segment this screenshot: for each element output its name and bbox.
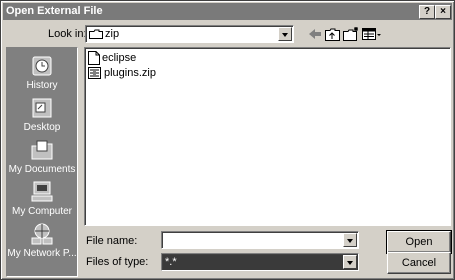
file-icon	[88, 51, 100, 66]
list-item[interactable]: plugins.zip	[88, 66, 156, 80]
chevron-down-icon[interactable]	[278, 27, 292, 41]
place-label: History	[26, 80, 58, 91]
cancel-button[interactable]: Cancel	[387, 252, 451, 274]
place-label: My Documents	[8, 164, 76, 175]
place-my-documents[interactable]: My Documents	[7, 138, 77, 175]
file-list[interactable]: eclipse plugins.zip	[84, 47, 451, 226]
desktop-icon	[32, 98, 52, 118]
file-type-select[interactable]: *.*	[161, 253, 359, 271]
place-label: My Computer	[11, 206, 72, 217]
chevron-down-icon[interactable]	[343, 233, 357, 247]
file-name-field[interactable]	[161, 231, 359, 249]
open-file-dialog: Open External File ? × Look in: zip Hist…	[0, 0, 455, 280]
places-bar: History Desktop My Documents My Computer…	[6, 47, 78, 277]
file-name-label: File name:	[86, 235, 138, 247]
place-label: My Network P...	[7, 248, 77, 259]
close-button[interactable]: ×	[435, 5, 451, 19]
list-item[interactable]: eclipse	[88, 51, 137, 66]
place-my-computer[interactable]: My Computer	[7, 180, 77, 217]
file-type-label: Files of type:	[86, 256, 149, 268]
back-arrow-icon[interactable]	[306, 26, 324, 42]
file-name: plugins.zip	[104, 67, 156, 79]
view-menu-icon[interactable]	[361, 26, 383, 42]
title-bar: Open External File ? ×	[3, 3, 452, 20]
zip-file-icon	[88, 67, 101, 80]
open-button[interactable]: Open	[386, 230, 452, 254]
folder-icon	[89, 29, 103, 39]
chevron-down-icon[interactable]	[343, 255, 357, 269]
file-name: eclipse	[102, 52, 137, 64]
new-folder-icon[interactable]	[342, 26, 360, 42]
history-icon	[32, 56, 52, 76]
place-my-network[interactable]: My Network P...	[7, 222, 77, 259]
look-in-value: zip	[105, 28, 120, 40]
look-in-label: Look in:	[48, 28, 87, 40]
up-folder-icon[interactable]	[324, 26, 342, 42]
place-history[interactable]: History	[7, 54, 77, 91]
place-desktop[interactable]: Desktop	[7, 96, 77, 133]
help-button[interactable]: ?	[419, 5, 435, 19]
my-network-icon	[31, 223, 53, 245]
file-type-value: *.*	[165, 256, 177, 268]
my-documents-icon	[31, 140, 53, 160]
place-label: Desktop	[23, 122, 61, 133]
my-computer-icon	[31, 181, 53, 202]
look-in-combo[interactable]: zip	[85, 25, 294, 43]
dialog-title: Open External File	[6, 5, 103, 17]
